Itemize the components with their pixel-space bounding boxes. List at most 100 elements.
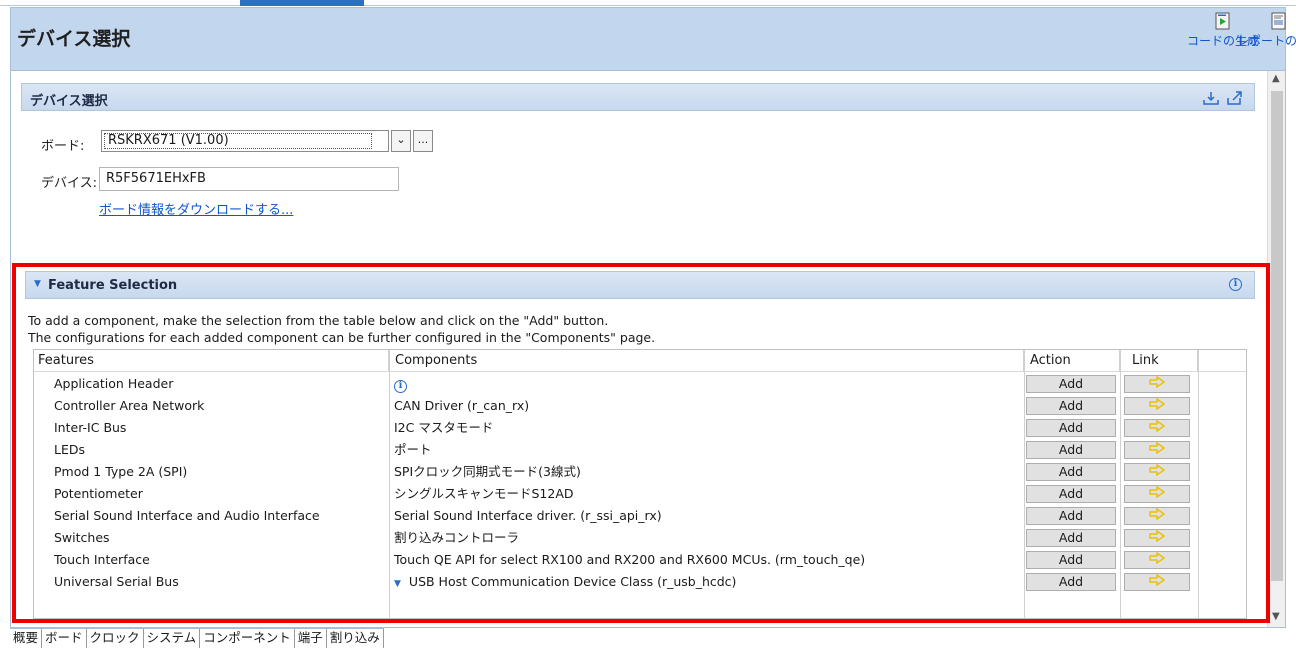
link-button[interactable] bbox=[1124, 397, 1190, 415]
scroll-thumb[interactable] bbox=[1271, 91, 1283, 581]
feature-name: Potentiometer bbox=[54, 486, 143, 501]
arrow-right-icon bbox=[1149, 551, 1166, 565]
table-row[interactable]: Switches 割り込みコントローラ Add bbox=[34, 527, 1246, 549]
add-button[interactable]: Add bbox=[1026, 507, 1116, 525]
add-button[interactable]: Add bbox=[1026, 375, 1116, 393]
info-icon: i bbox=[394, 380, 407, 393]
board-label: ボード: bbox=[41, 139, 85, 154]
component-dropdown[interactable]: ▼ USB Host Communication Device Class (r_… bbox=[394, 571, 736, 593]
feature-name: Switches bbox=[54, 530, 110, 545]
device-field[interactable]: R5F5671EHxFB bbox=[99, 167, 399, 191]
table-row[interactable]: Controller Area Network CAN Driver (r_ca… bbox=[34, 395, 1246, 417]
feature-name: Touch Interface bbox=[54, 552, 150, 567]
bottom-tab-bar: 概要 ボード クロック システム コンポーネント 端子 割り込み bbox=[10, 628, 384, 648]
editor-content: ▲ ▼ デバイス選択 ボード: RSKRX671 (V1.00) ⌄ ... デ… bbox=[10, 71, 1286, 628]
board-select[interactable]: RSKRX671 (V1.00) bbox=[101, 130, 389, 152]
link-button[interactable] bbox=[1124, 441, 1190, 459]
arrow-right-icon bbox=[1149, 529, 1166, 543]
component-name: i bbox=[394, 373, 407, 395]
page-title: デバイス選択 bbox=[17, 28, 131, 50]
component-name: ポート bbox=[394, 442, 432, 457]
link-button[interactable] bbox=[1124, 463, 1190, 481]
table-header: Features Components Action Link bbox=[34, 350, 1246, 372]
feature-name: Controller Area Network bbox=[54, 398, 205, 413]
component-name: Serial Sound Interface driver. (r_ssi_ap… bbox=[394, 508, 662, 523]
chevron-down-icon: ⌄ bbox=[396, 133, 406, 146]
add-button[interactable]: Add bbox=[1026, 529, 1116, 547]
add-button[interactable]: Add bbox=[1026, 397, 1116, 415]
device-section-header: デバイス選択 bbox=[21, 83, 1255, 111]
feature-name: Serial Sound Interface and Audio Interfa… bbox=[54, 508, 320, 523]
arrow-right-icon bbox=[1149, 573, 1166, 587]
column-header-action[interactable]: Action bbox=[1024, 350, 1120, 372]
add-button[interactable]: Add bbox=[1026, 551, 1116, 569]
table-row[interactable]: Potentiometer シングルスキャンモードS12AD Add bbox=[34, 483, 1246, 505]
arrow-right-icon bbox=[1149, 397, 1166, 411]
editor-tab-strip bbox=[0, 0, 1296, 6]
arrow-right-icon bbox=[1149, 507, 1166, 521]
component-name: SPIクロック同期式モード(3線式) bbox=[394, 464, 581, 479]
tab-board[interactable]: ボード bbox=[42, 629, 87, 648]
component-name: シングルスキャンモードS12AD bbox=[394, 486, 574, 501]
arrow-right-icon bbox=[1149, 463, 1166, 477]
table-row[interactable]: Application Header i Add bbox=[34, 373, 1246, 395]
add-button[interactable]: Add bbox=[1026, 463, 1116, 481]
feature-name: Inter-IC Bus bbox=[54, 420, 127, 435]
export-icon[interactable] bbox=[1226, 90, 1244, 106]
feature-name: Application Header bbox=[54, 376, 174, 391]
add-button[interactable]: Add bbox=[1026, 419, 1116, 437]
link-button[interactable] bbox=[1124, 419, 1190, 437]
scroll-up-icon[interactable]: ▲ bbox=[1272, 73, 1280, 84]
link-button[interactable] bbox=[1124, 507, 1190, 525]
tab-interrupts[interactable]: 割り込み bbox=[326, 629, 384, 648]
add-button[interactable]: Add bbox=[1026, 441, 1116, 459]
component-name: Touch QE API for select RX100 and RX200 … bbox=[394, 552, 866, 567]
feature-name: Universal Serial Bus bbox=[54, 574, 179, 589]
feature-name: Pmod 1 Type 2A (SPI) bbox=[54, 464, 188, 479]
column-header-components[interactable]: Components bbox=[389, 350, 1024, 372]
column-header-link[interactable]: Link bbox=[1120, 350, 1198, 372]
page-header: デバイス選択 コードの生成 レポートの生成 bbox=[10, 7, 1296, 71]
column-header-features[interactable]: Features bbox=[34, 350, 389, 372]
tab-overview[interactable]: 概要 bbox=[10, 629, 43, 648]
dropdown-arrow-icon[interactable]: ▼ bbox=[394, 579, 401, 589]
feature-table: Features Components Action Link Applicat… bbox=[33, 349, 1247, 619]
component-name: 割り込みコントローラ bbox=[394, 530, 520, 545]
table-row[interactable]: LEDs ポート Add bbox=[34, 439, 1246, 461]
link-button[interactable] bbox=[1124, 485, 1190, 503]
table-row[interactable]: Touch Interface Touch QE API for select … bbox=[34, 549, 1246, 571]
link-button[interactable] bbox=[1124, 573, 1190, 591]
arrow-right-icon bbox=[1149, 441, 1166, 455]
report-generate-icon bbox=[1271, 12, 1286, 30]
board-select-value: RSKRX671 (V1.00) bbox=[104, 133, 372, 149]
add-button[interactable]: Add bbox=[1026, 485, 1116, 503]
arrow-right-icon bbox=[1149, 485, 1166, 499]
device-section-title: デバイス選択 bbox=[30, 94, 108, 109]
download-board-info-link[interactable]: ボード情報をダウンロードする... bbox=[99, 199, 293, 218]
tab-pins[interactable]: 端子 bbox=[294, 629, 327, 648]
scroll-down-icon[interactable]: ▼ bbox=[1272, 611, 1280, 622]
arrow-right-icon bbox=[1149, 375, 1166, 389]
board-browse-button[interactable]: ... bbox=[413, 130, 433, 152]
generate-report-label: レポートの生成 bbox=[1236, 34, 1296, 48]
table-row[interactable]: Universal Serial Bus ▼ USB Host Communica… bbox=[34, 571, 1246, 593]
add-button[interactable]: Add bbox=[1026, 573, 1116, 591]
tab-components[interactable]: コンポーネント bbox=[200, 629, 295, 648]
link-button[interactable] bbox=[1124, 375, 1190, 393]
component-name: CAN Driver (r_can_rx) bbox=[394, 398, 530, 413]
tab-system[interactable]: システム bbox=[143, 629, 201, 648]
generate-report-button[interactable]: レポートの生成 bbox=[1224, 12, 1296, 49]
active-editor-tab[interactable] bbox=[240, 0, 364, 6]
link-button[interactable] bbox=[1124, 551, 1190, 569]
feature-name: LEDs bbox=[54, 442, 85, 457]
link-button[interactable] bbox=[1124, 529, 1190, 547]
import-icon[interactable] bbox=[1202, 90, 1220, 106]
table-row[interactable]: Inter-IC Bus I2C マスタモード Add bbox=[34, 417, 1246, 439]
component-name: I2C マスタモード bbox=[394, 420, 494, 435]
board-dropdown-button[interactable]: ⌄ bbox=[391, 130, 411, 152]
table-row[interactable]: Serial Sound Interface and Audio Interfa… bbox=[34, 505, 1246, 527]
tab-clock[interactable]: クロック bbox=[86, 629, 144, 648]
arrow-right-icon bbox=[1149, 419, 1166, 433]
device-label: デバイス: bbox=[41, 176, 97, 191]
table-row[interactable]: Pmod 1 Type 2A (SPI) SPIクロック同期式モード(3線式) … bbox=[34, 461, 1246, 483]
